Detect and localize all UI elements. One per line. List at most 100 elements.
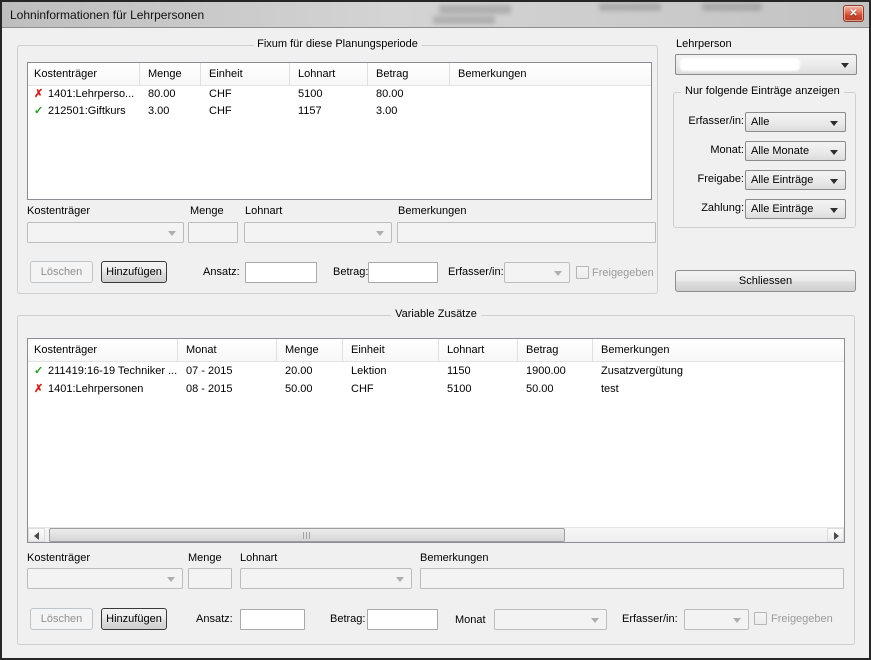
erfasser-dropdown <box>504 262 570 283</box>
column-header-bemerkungen[interactable]: Bemerkungen <box>593 339 844 361</box>
freigegeben-label: Freigegeben <box>771 613 833 625</box>
bemerkungen-input <box>397 222 656 243</box>
monat-label: Monat <box>455 614 486 626</box>
column-header-einheit[interactable]: Einheit <box>343 339 439 361</box>
menge-input <box>188 222 238 243</box>
column-header-monat[interactable]: Monat <box>178 339 277 361</box>
cell-betrag: 3.00 <box>368 103 450 120</box>
cell-menge: 80.00 <box>140 86 201 103</box>
fixum-table-header: Kostenträger Menge Einheit Lohnart Betra… <box>28 63 651 86</box>
filter-zahlung-value: Alle Einträge <box>751 203 813 215</box>
cell-einheit: CHF <box>201 86 290 103</box>
lehrperson-label: Lehrperson <box>676 38 732 50</box>
column-header-betrag[interactable]: Betrag <box>518 339 593 361</box>
hinzufuegen-button[interactable]: Hinzufügen <box>101 608 167 630</box>
betrag-label: Betrag: <box>330 613 365 625</box>
fixum-table[interactable]: Kostenträger Menge Einheit Lohnart Betra… <box>27 62 652 200</box>
table-row[interactable]: ✓ 212501:Giftkurs 3.00 CHF 1157 3.00 <box>28 103 651 120</box>
close-button[interactable]: ✕ <box>843 5 864 22</box>
window-title: Lohninformationen für Lehrpersonen <box>10 8 204 22</box>
freigegeben-checkbox <box>576 266 589 279</box>
column-header-bemerkungen[interactable]: Bemerkungen <box>450 63 651 85</box>
variable-table-header: Kostenträger Monat Menge Einheit Lohnart… <box>28 339 844 362</box>
cell-text: 1401:Lehrpersonen <box>48 380 143 398</box>
lohnart-label: Lohnart <box>240 552 277 564</box>
monat-dropdown <box>494 609 607 630</box>
cell-bemerkungen <box>450 86 651 103</box>
menge-label: Menge <box>188 552 222 564</box>
cell-lohnart: 1157 <box>290 103 368 120</box>
cell-kostentraeger: ✗ 1401:Lehrperso... <box>28 86 140 103</box>
filter-freigabe-label: Freigabe: <box>698 173 744 185</box>
cell-lohnart: 1150 <box>439 362 518 380</box>
redaction-smudge <box>439 5 511 14</box>
lohnart-label: Lohnart <box>245 205 282 217</box>
schliessen-button[interactable]: Schliessen <box>675 270 856 292</box>
cell-text: 1401:Lehrperso... <box>48 86 134 103</box>
cell-einheit: Lektion <box>343 362 439 380</box>
column-header-kostentraeger[interactable]: Kostenträger <box>28 63 140 85</box>
dialog-window: Lohninformationen für Lehrpersonen ✕ Fix… <box>0 0 871 660</box>
redacted-value <box>680 58 800 71</box>
variable-group-title: Variable Zusätze <box>391 308 481 320</box>
ansatz-input[interactable] <box>245 262 317 283</box>
table-row[interactable]: ✓ 211419:16-19 Techniker ... 07 - 2015 2… <box>28 362 844 380</box>
cell-einheit: CHF <box>343 380 439 398</box>
cell-bemerkungen: test <box>593 380 844 398</box>
cell-menge: 3.00 <box>140 103 201 120</box>
scrollbar-thumb[interactable] <box>49 528 565 542</box>
titlebar[interactable]: Lohninformationen für Lehrpersonen ✕ <box>2 2 869 28</box>
bemerkungen-label: Bemerkungen <box>420 552 489 564</box>
column-header-einheit[interactable]: Einheit <box>201 63 290 85</box>
column-header-lohnart[interactable]: Lohnart <box>290 63 368 85</box>
column-header-lohnart[interactable]: Lohnart <box>439 339 518 361</box>
ansatz-label: Ansatz: <box>196 613 233 625</box>
scroll-left-button[interactable] <box>28 528 45 542</box>
lohnart-dropdown <box>244 222 392 243</box>
cell-text: 211419:16-19 Techniker ... <box>48 362 177 380</box>
ansatz-label: Ansatz: <box>203 266 240 278</box>
cell-bemerkungen: Zusatzvergütung <box>593 362 844 380</box>
loeschen-button: Löschen <box>30 608 93 630</box>
filter-zahlung-label: Zahlung: <box>701 202 744 214</box>
erfasser-label: Erfasser/in: <box>448 266 504 278</box>
cell-betrag: 1900.00 <box>518 362 593 380</box>
horizontal-scrollbar[interactable] <box>28 527 844 542</box>
variable-table[interactable]: Kostenträger Monat Menge Einheit Lohnart… <box>27 338 845 543</box>
column-header-kostentraeger[interactable]: Kostenträger <box>28 339 178 361</box>
betrag-input[interactable] <box>367 609 438 630</box>
filter-erfasser-dropdown[interactable]: Alle <box>745 112 846 132</box>
filter-monat-value: Alle Monate <box>751 145 809 157</box>
filter-freigabe-value: Alle Einträge <box>751 174 813 186</box>
table-row[interactable]: ✗ 1401:Lehrpersonen 08 - 2015 50.00 CHF … <box>28 380 844 398</box>
redaction-smudge <box>433 16 495 24</box>
filter-zahlung-dropdown[interactable]: Alle Einträge <box>745 199 846 219</box>
column-header-menge[interactable]: Menge <box>277 339 343 361</box>
redaction-smudge <box>599 3 661 11</box>
cell-betrag: 80.00 <box>368 86 450 103</box>
table-row[interactable]: ✗ 1401:Lehrperso... 80.00 CHF 5100 80.00 <box>28 86 651 103</box>
status-rejected-icon: ✗ <box>34 380 48 398</box>
cell-kostentraeger: ✗ 1401:Lehrpersonen <box>28 380 178 398</box>
close-icon: ✕ <box>849 8 857 19</box>
redaction-smudge <box>702 3 762 11</box>
fixum-group-title: Fixum für diese Planungsperiode <box>253 38 422 50</box>
freigegeben-label: Freigegeben <box>592 267 654 279</box>
betrag-input[interactable] <box>368 262 438 283</box>
lohnart-dropdown <box>240 568 412 589</box>
filter-monat-dropdown[interactable]: Alle Monate <box>745 141 846 161</box>
filter-group-title: Nur folgende Einträge anzeigen <box>681 85 844 97</box>
scroll-right-button[interactable] <box>827 528 844 542</box>
column-header-menge[interactable]: Menge <box>140 63 201 85</box>
loeschen-button: Löschen <box>30 261 93 283</box>
ansatz-input[interactable] <box>240 609 305 630</box>
cell-lohnart: 5100 <box>439 380 518 398</box>
column-header-betrag[interactable]: Betrag <box>368 63 450 85</box>
hinzufuegen-button[interactable]: Hinzufügen <box>101 261 167 283</box>
lehrperson-dropdown[interactable] <box>675 54 857 75</box>
cell-betrag: 50.00 <box>518 380 593 398</box>
filter-freigabe-dropdown[interactable]: Alle Einträge <box>745 170 846 190</box>
kostentraeger-dropdown <box>27 568 183 589</box>
cell-kostentraeger: ✓ 211419:16-19 Techniker ... <box>28 362 178 380</box>
filter-monat-label: Monat: <box>710 144 744 156</box>
